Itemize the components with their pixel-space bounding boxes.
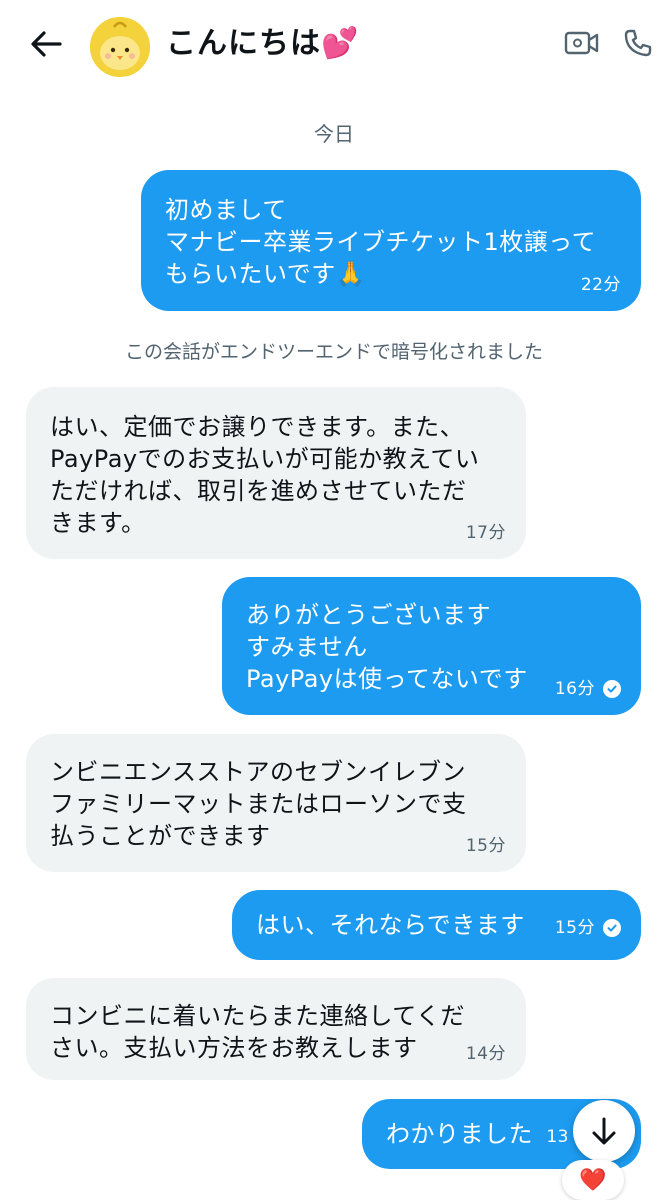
message-time: 22分	[580, 275, 621, 295]
message-meta: 15分	[555, 918, 621, 938]
phone-icon	[624, 29, 652, 57]
message-meta: 13	[546, 1127, 569, 1147]
message-bubble-incoming[interactable]: はい、定価でお譲りできます。また、 PayPayでのお支払いが可能か教えてい た…	[26, 387, 526, 559]
scroll-to-bottom-button[interactable]	[573, 1100, 635, 1162]
avatar[interactable]	[90, 17, 150, 77]
chat-header: こんにちは💕	[0, 0, 668, 90]
message-time: 13	[546, 1127, 569, 1147]
message-bubble-outgoing[interactable]: はい、それならできます 15分	[232, 890, 641, 960]
message-time: 15分	[465, 836, 506, 856]
arrow-left-icon	[31, 31, 62, 57]
message-meta: 17分	[466, 523, 506, 543]
message-reaction[interactable]: ❤️	[562, 1160, 624, 1200]
back-button[interactable]	[26, 26, 66, 62]
voice-call-button[interactable]	[618, 24, 658, 62]
message-meta: 22分	[581, 275, 621, 295]
encryption-notice: この会話がエンドツーエンドで暗号化されました	[124, 341, 543, 363]
message-bubble-outgoing[interactable]: ありがとうございます すみません PayPayは使ってないです 16分	[222, 577, 641, 715]
video-call-icon	[564, 31, 599, 55]
message-time: 14分	[465, 1044, 506, 1064]
video-call-button[interactable]	[562, 24, 602, 62]
read-receipt-icon	[603, 919, 621, 937]
date-separator: 今日	[314, 122, 354, 146]
message-text: はい、定価でお譲りできます。また、 PayPayでのお支払いが可能か教えてい た…	[50, 413, 480, 537]
message-bubble-incoming[interactable]: ンビニエンスストアのセブンイレブン ファミリーマットまたはローソンで支 払うこと…	[26, 734, 526, 872]
message-meta: 16分	[555, 679, 621, 699]
message-meta: 14分	[466, 1044, 506, 1064]
message-time: 17分	[465, 523, 506, 543]
message-text: ンビニエンスストアのセブンイレブン ファミリーマットまたはローソンで支 払うこと…	[50, 758, 467, 850]
conversation-title: こんにちは💕	[166, 26, 360, 61]
message-bubble-outgoing[interactable]: 初めまして マナビー卒業ライブチケット1枚譲って もらいたいです🙏 22分	[141, 170, 641, 311]
message-bubble-incoming[interactable]: コンビニに着いたらまた連絡してくだ さい。支払い方法をお教えします 14分	[26, 978, 526, 1080]
message-text: 初めまして マナビー卒業ライブチケット1枚譲って もらいたいです🙏	[165, 196, 597, 288]
chick-avatar-icon	[90, 17, 150, 77]
message-meta: 15分	[466, 836, 506, 856]
read-receipt-icon	[603, 680, 621, 698]
message-time: 15分	[554, 918, 595, 938]
arrow-down-icon	[592, 1117, 616, 1145]
message-time: 16分	[554, 679, 595, 699]
message-text: コンビニに着いたらまた連絡してくだ さい。支払い方法をお教えします	[50, 1002, 466, 1062]
heart-reaction-icon: ❤️	[579, 1167, 607, 1193]
